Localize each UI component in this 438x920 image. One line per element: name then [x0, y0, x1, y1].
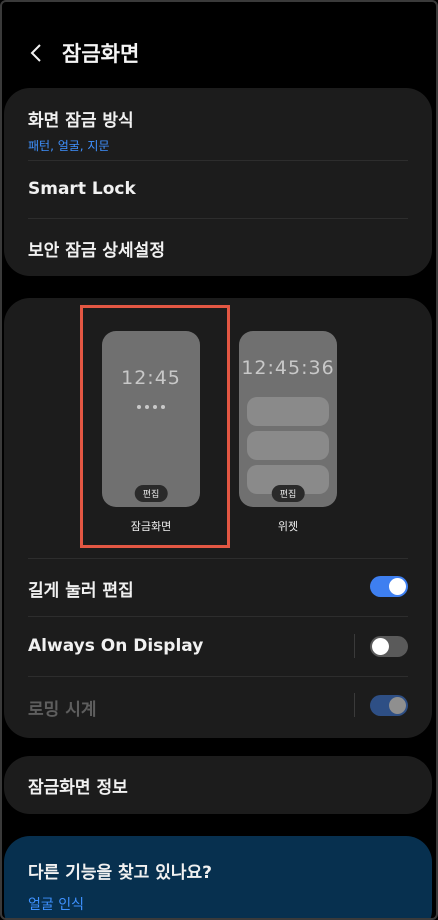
- roaming-clock-toggle: [370, 695, 408, 716]
- long-press-edit-item[interactable]: 길게 눌러 편집: [28, 576, 408, 601]
- widgets-edit-button[interactable]: 편집: [271, 485, 305, 502]
- suggestion-title: 다른 기능을 찾고 있나요?: [28, 863, 213, 883]
- widgets-preview-caption: 위젯: [277, 520, 299, 533]
- lockscreen-preview-clock: 12:45: [121, 367, 181, 389]
- roaming-clock-label: 로밍 시계: [28, 700, 97, 720]
- pin-dots: [102, 394, 200, 413]
- divider: [28, 160, 408, 161]
- long-press-edit-toggle[interactable]: [370, 576, 408, 597]
- long-press-edit-label: 길게 눌러 편집: [28, 581, 134, 601]
- smart-lock-item[interactable]: Smart Lock: [28, 179, 408, 199]
- screen-lock-type-label: 화면 잠금 방식: [28, 111, 134, 131]
- always-on-display-label: Always On Display: [28, 636, 204, 656]
- separator: [354, 634, 355, 658]
- screen-lock-type-item[interactable]: 화면 잠금 방식 패턴, 얼굴, 지문: [28, 106, 408, 154]
- always-on-display-toggle[interactable]: [370, 636, 408, 657]
- screen-lock-type-value: 패턴, 얼굴, 지문: [28, 139, 110, 153]
- suggestion-panel: 다른 기능을 찾고 있나요? 얼굴 인식: [4, 836, 432, 920]
- lockscreen-info-label: 잠금화면 정보: [28, 778, 128, 798]
- secure-lock-settings-label: 보안 잠금 상세설정: [28, 241, 165, 261]
- divider: [28, 218, 408, 219]
- separator: [354, 693, 355, 717]
- divider: [28, 558, 408, 559]
- face-recognition-link[interactable]: 얼굴 인식: [28, 894, 84, 914]
- divider: [28, 616, 408, 617]
- always-on-display-item[interactable]: Always On Display: [28, 636, 408, 656]
- lockscreen-preview-caption: 잠금화면: [130, 520, 172, 533]
- page-title: 잠금화면: [62, 42, 140, 66]
- lockscreen-card: 12:45 편집 잠금화면 12:45:36 편집 위젯 길게 눌러 편집 Al…: [4, 298, 432, 738]
- widget-slot: [247, 431, 329, 460]
- header: 잠금화면: [0, 28, 438, 78]
- divider: [28, 676, 408, 677]
- secure-lock-settings-item[interactable]: 보안 잠금 상세설정: [28, 236, 408, 261]
- back-arrow-icon[interactable]: [26, 43, 46, 63]
- lockscreen-info-card[interactable]: 잠금화면 정보: [4, 756, 432, 814]
- widgets-preview-clock: 12:45:36: [241, 357, 335, 379]
- lockscreen-info-item: 잠금화면 정보: [28, 773, 408, 798]
- roaming-clock-item: 로밍 시계: [28, 695, 408, 720]
- widget-slot: [247, 397, 329, 426]
- security-card: 화면 잠금 방식 패턴, 얼굴, 지문 Smart Lock 보안 잠금 상세설…: [4, 88, 432, 276]
- smart-lock-label: Smart Lock: [28, 179, 136, 199]
- lockscreen-preview[interactable]: 12:45 편집: [102, 331, 200, 507]
- widgets-preview[interactable]: 12:45:36 편집: [239, 331, 337, 507]
- lockscreen-edit-button[interactable]: 편집: [134, 485, 168, 502]
